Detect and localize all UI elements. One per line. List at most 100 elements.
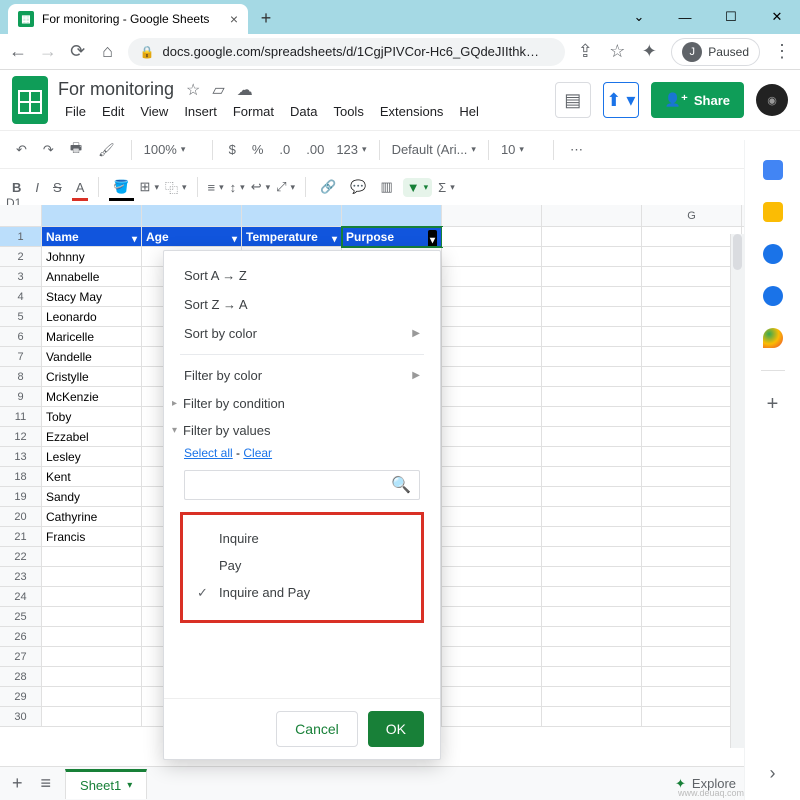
sort-by-color-item[interactable]: Sort by color▶ xyxy=(164,319,440,348)
paint-format-button[interactable]: 🖌 xyxy=(94,138,119,162)
present-button[interactable]: ⬆ ▾ xyxy=(603,82,639,118)
filter-value-option[interactable]: Inquire and Pay xyxy=(189,579,415,606)
maximize-button[interactable]: ☐ xyxy=(708,0,754,34)
scrollbar-thumb[interactable] xyxy=(733,234,742,270)
calendar-icon[interactable] xyxy=(763,160,783,180)
clear-link[interactable]: Clear xyxy=(243,446,272,460)
filter-icon[interactable]: ▾ xyxy=(332,230,337,247)
tasks-icon[interactable] xyxy=(763,244,783,264)
url-field[interactable]: 🔒 docs.google.com/spreadsheets/d/1CgjPIV… xyxy=(128,38,566,66)
star-icon[interactable]: ☆ xyxy=(607,42,627,62)
currency-button[interactable]: $ xyxy=(225,138,240,161)
halign-button[interactable]: ≡ xyxy=(208,180,224,195)
undo-button[interactable]: ↶ xyxy=(12,138,31,162)
valign-button[interactable]: ↕ xyxy=(230,180,245,195)
menu-edit[interactable]: Edit xyxy=(95,102,131,121)
text-color-button[interactable]: A xyxy=(72,176,89,199)
menu-file[interactable]: File xyxy=(58,102,93,121)
all-sheets-button[interactable]: ≡ xyxy=(37,773,56,794)
minimize-button[interactable]: — xyxy=(662,0,708,34)
keep-icon[interactable] xyxy=(763,202,783,222)
italic-button[interactable]: I xyxy=(31,176,43,199)
close-icon[interactable]: × xyxy=(230,11,238,27)
chevron-down-icon[interactable]: ⌄ xyxy=(616,0,662,34)
font-size-select[interactable]: 10 xyxy=(501,142,541,157)
cancel-button[interactable]: Cancel xyxy=(276,711,358,747)
filter-value-option[interactable]: Pay xyxy=(189,552,415,579)
menu-help[interactable]: Hel xyxy=(452,102,486,121)
chevron-down-icon[interactable]: ▾ xyxy=(127,780,132,791)
menu-data[interactable]: Data xyxy=(283,102,324,121)
rotate-button[interactable]: ⤢ xyxy=(276,179,295,195)
filter-search-input[interactable] xyxy=(193,478,391,493)
menu-view[interactable]: View xyxy=(133,102,175,121)
empty-cell[interactable] xyxy=(642,227,742,247)
filter-by-color-item[interactable]: Filter by color▶ xyxy=(164,361,440,390)
filter-search[interactable]: 🔍 xyxy=(184,470,420,500)
browser-tab[interactable]: ▦ For monitoring - Google Sheets × xyxy=(8,4,248,34)
maps-icon[interactable] xyxy=(763,328,783,348)
sheet-tab[interactable]: Sheet1 ▾ xyxy=(65,769,147,799)
strike-button[interactable]: S xyxy=(49,176,66,199)
merge-button[interactable]: ⿻ xyxy=(165,178,187,197)
col-header[interactable]: G xyxy=(642,205,742,226)
header-cell[interactable]: Name▾ xyxy=(42,227,142,247)
filter-button[interactable]: ▼ xyxy=(403,178,432,197)
filter-icon[interactable]: ▾ xyxy=(232,230,237,247)
menu-insert[interactable]: Insert xyxy=(177,102,224,121)
share-url-icon[interactable]: ⇪ xyxy=(575,42,595,62)
row-header[interactable]: 1 xyxy=(0,227,42,247)
col-header[interactable] xyxy=(142,205,242,226)
borders-button[interactable]: ⊞ xyxy=(140,179,159,195)
comment-button[interactable]: 💬 xyxy=(346,175,370,199)
more-formats-button[interactable]: 123 xyxy=(336,142,366,157)
account-avatar[interactable]: ◉ xyxy=(756,84,788,116)
redo-button[interactable]: ↷ xyxy=(39,138,58,162)
col-header[interactable] xyxy=(342,205,442,226)
sheets-logo[interactable] xyxy=(12,76,48,124)
col-header[interactable] xyxy=(442,205,542,226)
decrease-decimal-button[interactable]: .0 xyxy=(275,138,294,161)
contacts-icon[interactable] xyxy=(763,286,783,306)
header-cell[interactable]: Purpose▾ xyxy=(342,227,442,247)
filter-icon[interactable]: ▾ xyxy=(428,230,437,247)
link-button[interactable]: 🔗 xyxy=(316,175,340,199)
font-select[interactable]: Default (Ari... xyxy=(392,142,476,157)
close-window-button[interactable]: ✕ xyxy=(754,0,800,34)
menu-extensions[interactable]: Extensions xyxy=(373,102,451,121)
add-addon-button[interactable]: + xyxy=(767,393,779,416)
more-toolbar-button[interactable]: ⋯ xyxy=(566,138,587,162)
filter-by-values-item[interactable]: ▾Filter by values xyxy=(164,417,440,444)
select-all-link[interactable]: Select all xyxy=(184,446,233,460)
filter-by-condition-item[interactable]: ▸Filter by condition xyxy=(164,390,440,417)
col-header[interactable] xyxy=(42,205,142,226)
add-sheet-button[interactable]: + xyxy=(8,773,27,794)
reload-button[interactable]: ⟳ xyxy=(68,42,88,62)
new-tab-button[interactable]: + xyxy=(252,4,280,32)
filter-value-option[interactable]: Inquire xyxy=(189,525,415,552)
cloud-icon[interactable]: ☁ xyxy=(237,80,253,100)
empty-cell[interactable] xyxy=(542,227,642,247)
move-icon[interactable]: ▱ xyxy=(212,80,224,100)
extensions-icon[interactable]: ✦ xyxy=(639,42,659,62)
wrap-button[interactable]: ↩ xyxy=(251,179,270,195)
percent-button[interactable]: % xyxy=(248,138,268,161)
sort-az-item[interactable]: Sort A → Z xyxy=(164,261,440,290)
fill-color-button[interactable]: 🪣 xyxy=(109,175,133,199)
zoom-select[interactable]: 100% xyxy=(144,142,200,157)
vertical-scrollbar[interactable] xyxy=(730,234,744,748)
share-button[interactable]: 👤⁺ Share xyxy=(651,82,744,118)
select-all-corner[interactable] xyxy=(0,205,42,226)
increase-decimal-button[interactable]: .00 xyxy=(302,138,328,161)
sort-za-item[interactable]: Sort Z → A xyxy=(164,290,440,319)
comments-button[interactable]: ▤ xyxy=(555,82,591,118)
kebab-menu-icon[interactable]: ⋮ xyxy=(772,42,792,62)
back-button[interactable]: ← xyxy=(8,42,28,62)
header-cell[interactable]: Temperature▾ xyxy=(242,227,342,247)
profile-paused[interactable]: J Paused xyxy=(671,38,760,66)
chart-button[interactable]: ▥ xyxy=(376,175,396,199)
menu-format[interactable]: Format xyxy=(226,102,281,121)
star-outline-icon[interactable]: ☆ xyxy=(186,80,200,100)
filter-icon[interactable]: ▾ xyxy=(132,230,137,247)
print-button[interactable]: 🖶 xyxy=(66,135,86,165)
